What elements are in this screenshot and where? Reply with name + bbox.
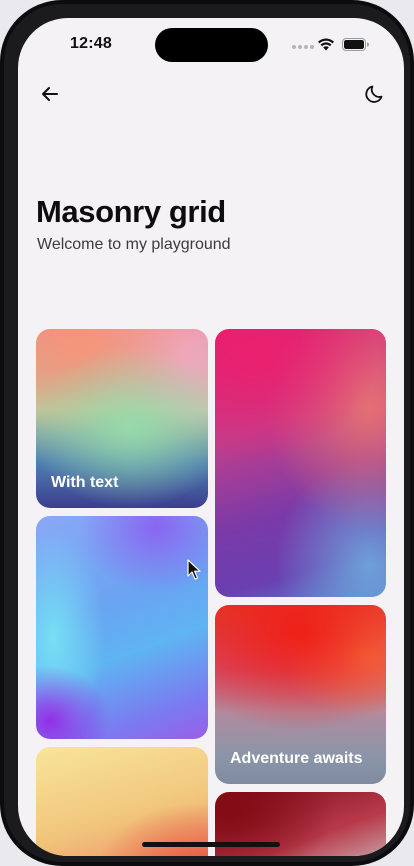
wifi-icon <box>318 38 334 51</box>
device-frame: 12:48 Masonry grid Welcome to my playgro… <box>0 0 414 866</box>
app-screen: 12:48 Masonry grid Welcome to my playgro… <box>18 18 404 856</box>
grid-card-adventure[interactable]: Adventure awaits <box>215 605 386 784</box>
page-subtitle: Welcome to my playground <box>37 236 231 253</box>
grid-card-with-text[interactable]: With text <box>36 329 208 508</box>
grid-card-blue-purple[interactable] <box>36 516 208 739</box>
status-bar: 12:48 <box>18 18 404 74</box>
signal-dots-icon <box>292 45 314 51</box>
status-time: 12:48 <box>70 35 112 52</box>
device-bezel: 12:48 Masonry grid Welcome to my playgro… <box>4 4 410 862</box>
card-label: With text <box>51 474 119 491</box>
battery-icon <box>342 38 369 51</box>
dynamic-island <box>155 28 268 62</box>
grid-card-yellow[interactable] <box>36 747 208 856</box>
home-indicator[interactable] <box>142 842 280 847</box>
arrow-left-icon <box>42 87 58 101</box>
card-label: Adventure awaits <box>230 750 363 767</box>
grid-card-tall-magenta[interactable] <box>215 329 386 597</box>
page-title: Masonry grid <box>36 194 226 229</box>
moon-icon <box>365 85 383 103</box>
theme-toggle-button[interactable] <box>361 80 389 108</box>
mouse-cursor-icon <box>187 559 201 580</box>
back-button[interactable] <box>36 80 64 108</box>
